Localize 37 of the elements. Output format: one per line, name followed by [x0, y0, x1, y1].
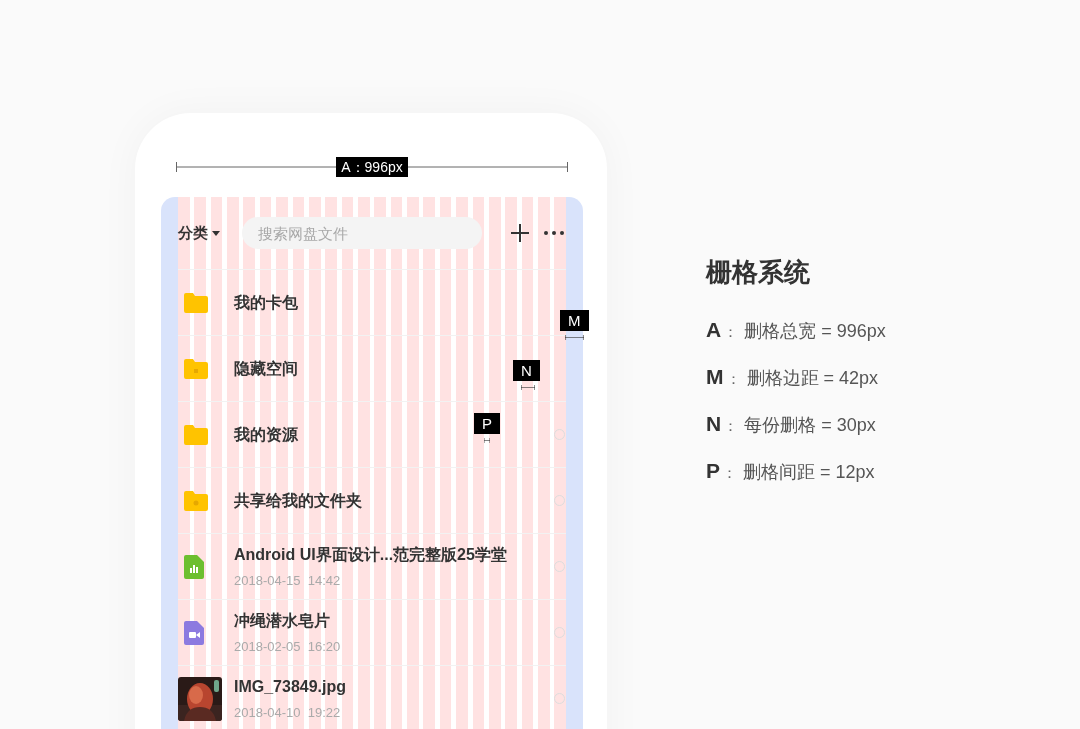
dimension-marker [521, 385, 535, 390]
add-icon[interactable] [510, 223, 530, 243]
dimension-marker [484, 438, 490, 443]
annotation-label: N [513, 360, 540, 381]
spec-separator: ： [725, 369, 741, 389]
spec-text: 每份删格 = 30px [744, 414, 876, 437]
section-title: 栅格系统 [706, 256, 811, 289]
spec-separator: ： [722, 463, 737, 483]
dimension-label: A：996px [336, 157, 408, 177]
caret-icon [212, 230, 220, 236]
file-name: 冲绳潜水皂片 [234, 610, 330, 631]
spec-key: A [706, 314, 722, 346]
video-file-icon [184, 620, 204, 645]
spec-text: 删格总宽 = 996px [744, 320, 886, 343]
annotation-label: M [560, 310, 589, 331]
spec-separator: ： [723, 416, 739, 436]
spec-text: 删格间距 = 12px [743, 461, 875, 484]
more-icon[interactable] [544, 231, 564, 235]
category-dropdown[interactable]: 分类 [178, 221, 220, 245]
search-field[interactable]: 搜索网盘文件 [242, 217, 482, 249]
spec-key: M [706, 361, 724, 393]
spreadsheet-icon [184, 554, 204, 579]
file-name: IMG_73849.jpg [234, 676, 347, 697]
file-name: Android UI界面设计...范完整版25学堂 [234, 544, 507, 565]
file-date: 2018-02-05 16:20 [234, 637, 341, 656]
annotation-label: P [474, 413, 500, 434]
spec-key: N [706, 408, 722, 440]
spec-separator: ： [723, 322, 739, 342]
dimension-marker [565, 335, 584, 340]
file-date: 2018-04-10 19:22 [234, 703, 341, 722]
spec-key: P [706, 455, 720, 487]
file-name: 隐藏空间 [234, 358, 298, 379]
file-name: 我的资源 [234, 424, 298, 445]
spec-text: 删格边距 = 42px [746, 367, 879, 390]
file-date: 2018-04-15 14:42 [234, 571, 341, 590]
file-name: 共享给我的文件夹 [234, 490, 362, 511]
file-name: 我的卡包 [234, 292, 298, 313]
